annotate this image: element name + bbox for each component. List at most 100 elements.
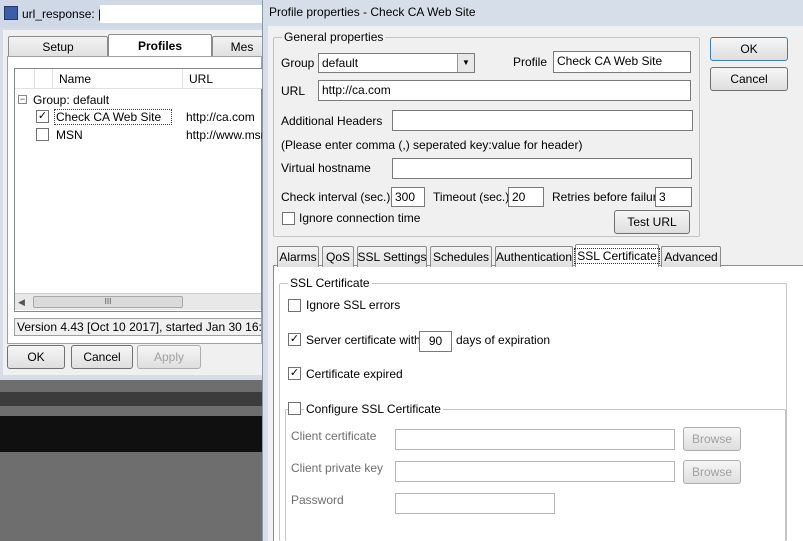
configure-ssl-checkbox[interactable] [288,402,301,415]
profile-properties-dialog: Profile properties - Check CA Web Site G… [262,0,803,541]
timeout-input[interactable]: 20 [508,187,544,207]
vhost-input[interactable] [392,158,692,179]
configure-ssl-label: Configure SSL Certificate [304,402,443,416]
collapse-icon[interactable]: − [18,95,27,104]
horizontal-scrollbar[interactable]: ◀ III [15,293,261,310]
button-label: OK [27,350,45,364]
profiles-list[interactable]: Name URL − Group: default ✓ Check CA Web… [14,68,267,312]
vhost-field-label: Virtual hostname [281,161,371,175]
tab-ssl-certificate[interactable]: SSL Certificate [574,244,660,267]
interval-input[interactable]: 300 [391,187,425,207]
test-url-button[interactable]: Test URL [614,210,690,234]
tab-setup[interactable]: Setup [8,36,108,57]
ignore-ssl-errors-label: Ignore SSL errors [306,298,401,312]
server-cert-checkbox[interactable]: ✓ [288,333,301,346]
profile-input[interactable]: Check CA Web Site [553,51,691,73]
ignore-ssl-errors-checkbox[interactable] [288,299,301,312]
row-name: Check CA Web Site [56,110,162,124]
tab-label: Authentication [495,250,573,264]
status-text: Version 4.43 [Oct 10 2017], started Jan … [17,320,292,334]
url-value: http://ca.com [322,83,391,97]
row-url: http://www.msn [186,128,268,142]
tab-label: Schedules [432,250,490,264]
button-label: Apply [153,350,185,364]
title-highlight [100,5,262,23]
tab-label: Alarms [279,250,317,264]
tab-label: Setup [42,40,74,54]
table-row[interactable]: ✓ Check CA Web Site http://ca.com [32,109,263,125]
tab-label: SSL Settings [357,250,427,264]
header-divider [34,69,35,89]
tab-ssl-settings[interactable]: SSL Settings [357,246,427,267]
tab-alarms[interactable]: Alarms [277,246,319,267]
scroll-grip: III [104,297,112,306]
interval-value: 300 [395,190,416,204]
row-name: MSN [56,128,83,142]
group-select-value: default [322,56,359,70]
tab-authentication[interactable]: Authentication [495,246,573,267]
header-divider [182,69,183,89]
row-url: http://ca.com [186,110,255,124]
scroll-thumb[interactable]: III [33,296,183,308]
server-cert-suffix: days of expiration [456,333,551,347]
button-label: Cancel [83,350,121,364]
retries-field-label: Retries before failure [552,190,664,204]
client-cert-browse-button[interactable]: Browse [683,427,741,451]
client-cert-input[interactable] [395,429,675,450]
certificate-expired-label: Certificate expired [306,367,403,381]
client-cert-label: Client certificate [291,429,377,443]
tab-profiles[interactable]: Profiles [108,34,212,57]
group-caption: General properties [282,30,386,44]
row-checkbox[interactable] [36,128,49,141]
bg-cancel-button[interactable]: Cancel [71,345,133,369]
bg-ok-button[interactable]: OK [7,345,65,369]
cancel-button[interactable]: Cancel [710,67,788,91]
server-cert-label: Server certificate within [306,333,431,347]
retries-value: 3 [659,190,666,204]
tab-label: SSL Certificate [574,248,660,264]
button-label: Browse [691,465,732,479]
server-cert-days-input[interactable]: 90 [419,331,452,352]
timeout-field-label: Timeout (sec.) [433,190,510,204]
button-label: Test URL [627,215,677,229]
tab-schedules[interactable]: Schedules [430,246,492,267]
scroll-left-icon[interactable]: ◀ [18,297,25,308]
app-icon [4,6,18,20]
headers-input[interactable] [392,110,693,131]
headers-hint: (Please enter comma (,) seperated key:va… [281,138,583,152]
group-select[interactable]: default ▼ [318,53,475,73]
status-bar: Version 4.43 [Oct 10 2017], started Jan … [14,318,292,336]
tab-label: Mes [230,40,254,54]
url-input[interactable]: http://ca.com [318,80,691,101]
client-key-browse-button[interactable]: Browse [683,460,741,484]
tab-qos[interactable]: QoS [322,246,354,267]
bg-window-title: url_response: | [22,7,102,21]
dialog-title: Profile properties - Check CA Web Site [269,5,476,19]
url-response-window: url_response: | Setup Profiles Mes Name … [0,0,292,380]
tab-label: Profiles [137,39,182,53]
bg-title-bar[interactable]: url_response: | [0,0,262,28]
chevron-down-icon[interactable]: ▼ [457,54,474,72]
tab-label: QoS [325,250,350,264]
certificate-expired-checkbox[interactable]: ✓ [288,367,301,380]
column-url-header[interactable]: URL [189,72,213,86]
ignore-connection-label: Ignore connection time [299,211,421,225]
client-key-label: Client private key [291,461,384,475]
desktop-dark-bar [0,416,262,452]
ok-button[interactable]: OK [710,37,788,61]
password-label: Password [291,493,344,507]
row-checkbox[interactable]: ✓ [36,110,49,123]
table-row[interactable]: MSN http://www.msn [32,127,267,143]
ignore-connection-checkbox[interactable] [282,212,295,225]
server-cert-days-value: 90 [428,334,443,348]
interval-field-label: Check interval (sec.) [281,190,391,204]
dialog-title-bar[interactable]: Profile properties - Check CA Web Site [263,0,803,28]
group-field-label: Group [281,56,315,70]
client-key-input[interactable] [395,461,675,482]
tab-advanced[interactable]: Advanced [661,246,721,267]
password-input[interactable] [395,493,555,514]
column-name-header[interactable]: Name [59,72,91,86]
bg-apply-button[interactable]: Apply [137,345,201,369]
profile-field-label: Profile [513,55,548,69]
retries-input[interactable]: 3 [655,187,692,207]
